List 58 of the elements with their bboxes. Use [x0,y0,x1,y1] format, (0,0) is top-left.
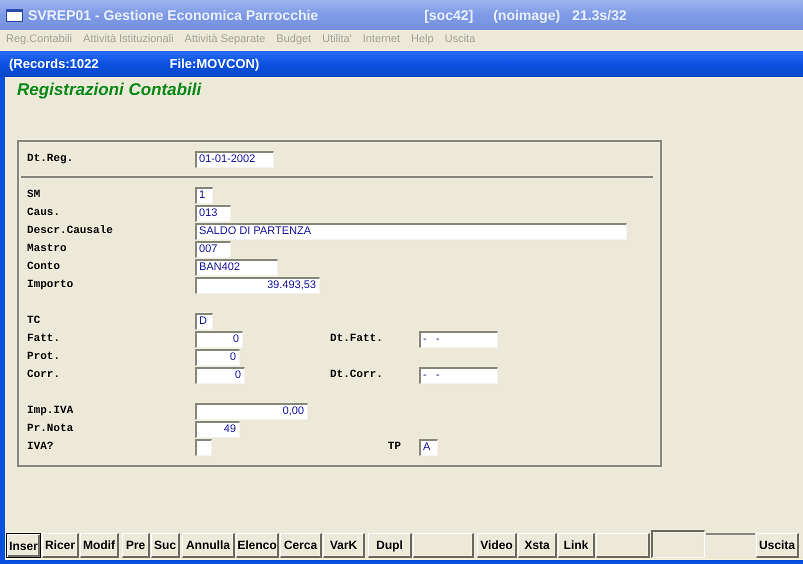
blank-button[interactable] [596,533,650,558]
toolbar-button[interactable]: Video [477,533,517,558]
field-label: Importo [27,278,74,293]
input-field[interactable]: 39.493,53 [195,276,320,294]
toolbar-button[interactable]: Cerca [280,533,322,558]
input-field[interactable]: 013 [195,204,231,222]
toolbar-button[interactable]: Link [558,533,595,558]
field-label: TP [388,440,401,455]
toolbar-button[interactable]: Modif [80,533,119,558]
field-label: Prot. [27,350,62,365]
records-count: (Records:1022 [9,55,99,74]
input-field[interactable] [195,438,212,456]
form-heading: Registrazioni Contabili [17,80,202,100]
input-field[interactable]: A [419,438,438,456]
field-label: Fatt. [27,332,62,347]
field-label: Caus. [27,206,62,221]
input-field[interactable]: 0,00 [195,402,308,420]
field-label: Corr. [27,368,62,383]
input-field[interactable]: 01-01-2002 [195,150,274,168]
field-label: Mastro [27,242,68,257]
input-field[interactable]: 1 [195,186,213,204]
input-field[interactable]: D [195,312,213,330]
input-field[interactable]: 0 [195,330,243,348]
image-status: (noimage) [493,6,560,25]
field-label: Conto [27,260,62,275]
field-label: Pr.Nota [27,422,74,437]
window-icon [6,8,23,22]
input-field[interactable]: SALDO DI PARTENZA [195,222,627,240]
toolbar-button[interactable]: Pre [122,533,150,558]
toolbar-button[interactable]: Elenco [236,533,279,558]
input-field[interactable]: 007 [195,240,231,258]
blank-button[interactable] [413,533,474,558]
toolbar-button[interactable]: VarK [323,533,365,558]
toolbar-button[interactable]: Annulla [182,533,235,558]
toolbar-button[interactable]: Dupl [368,533,412,558]
version-text: 21.3s/32 [572,6,627,24]
field-label: Dt.Corr. [330,368,383,383]
toolbar-button[interactable]: Ricer [42,533,79,558]
toolbar-button[interactable]: Inser [6,533,41,558]
field-label: Imp.IVA [27,404,74,419]
file-name: File:MOVCON) [170,55,260,74]
toolbar-button[interactable]: Xsta [518,533,557,558]
input-field[interactable]: 49 [195,420,240,438]
input-field[interactable]: - - [419,330,498,348]
toolbar-button[interactable]: Suc [151,533,180,558]
field-label: Dt.Reg. [27,152,74,167]
input-field[interactable]: 0 [195,366,245,384]
field-label: TC [27,314,42,329]
field-label: Descr.Causale [27,224,114,239]
field-label: Dt.Fatt. [330,332,383,347]
toolbar-button[interactable]: Uscita [756,533,799,558]
input-field[interactable]: 0 [195,348,240,366]
input-field[interactable]: - - [419,366,498,384]
input-field[interactable]: BAN402 [195,258,278,276]
window-title: SVREP01 - Gestione Economica Parrocchie [28,6,318,24]
field-label: IVA? [27,440,54,455]
field-label: SM [27,188,42,203]
company-code: [soc42] [424,6,474,25]
